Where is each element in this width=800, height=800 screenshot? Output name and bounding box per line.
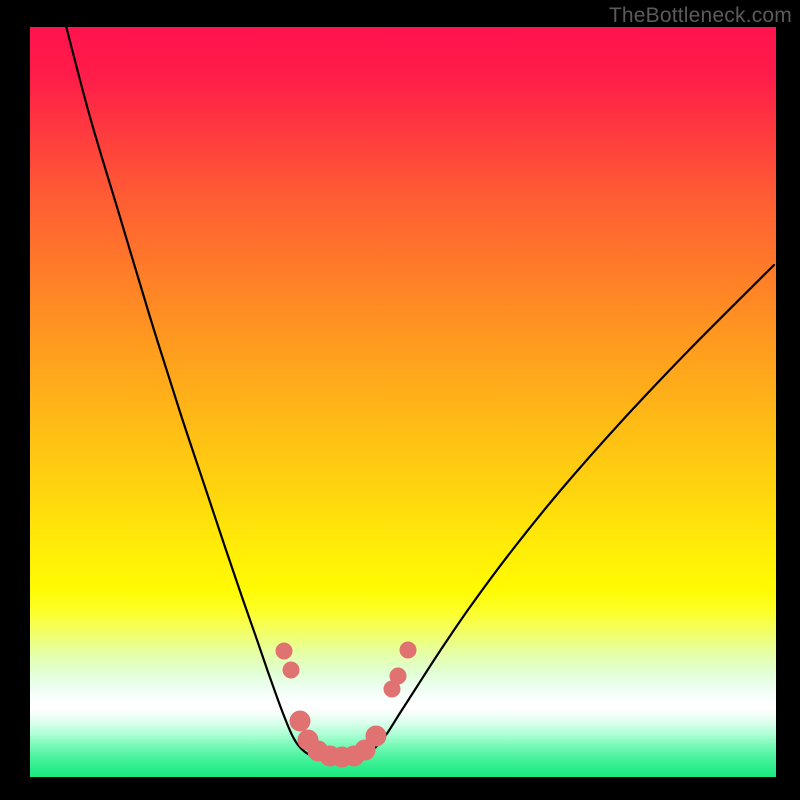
- chart-frame: TheBottleneck.com: [0, 0, 800, 800]
- data-marker: [283, 662, 299, 678]
- data-marker: [390, 668, 406, 684]
- data-marker: [366, 726, 386, 746]
- marker-group: [276, 642, 416, 767]
- watermark-text: TheBottleneck.com: [609, 4, 792, 28]
- data-marker: [400, 642, 416, 658]
- data-marker: [290, 711, 310, 731]
- chart-svg: [30, 27, 776, 777]
- data-marker: [276, 643, 292, 659]
- chart-plot-area: [30, 27, 776, 777]
- bottleneck-curve: [65, 27, 774, 758]
